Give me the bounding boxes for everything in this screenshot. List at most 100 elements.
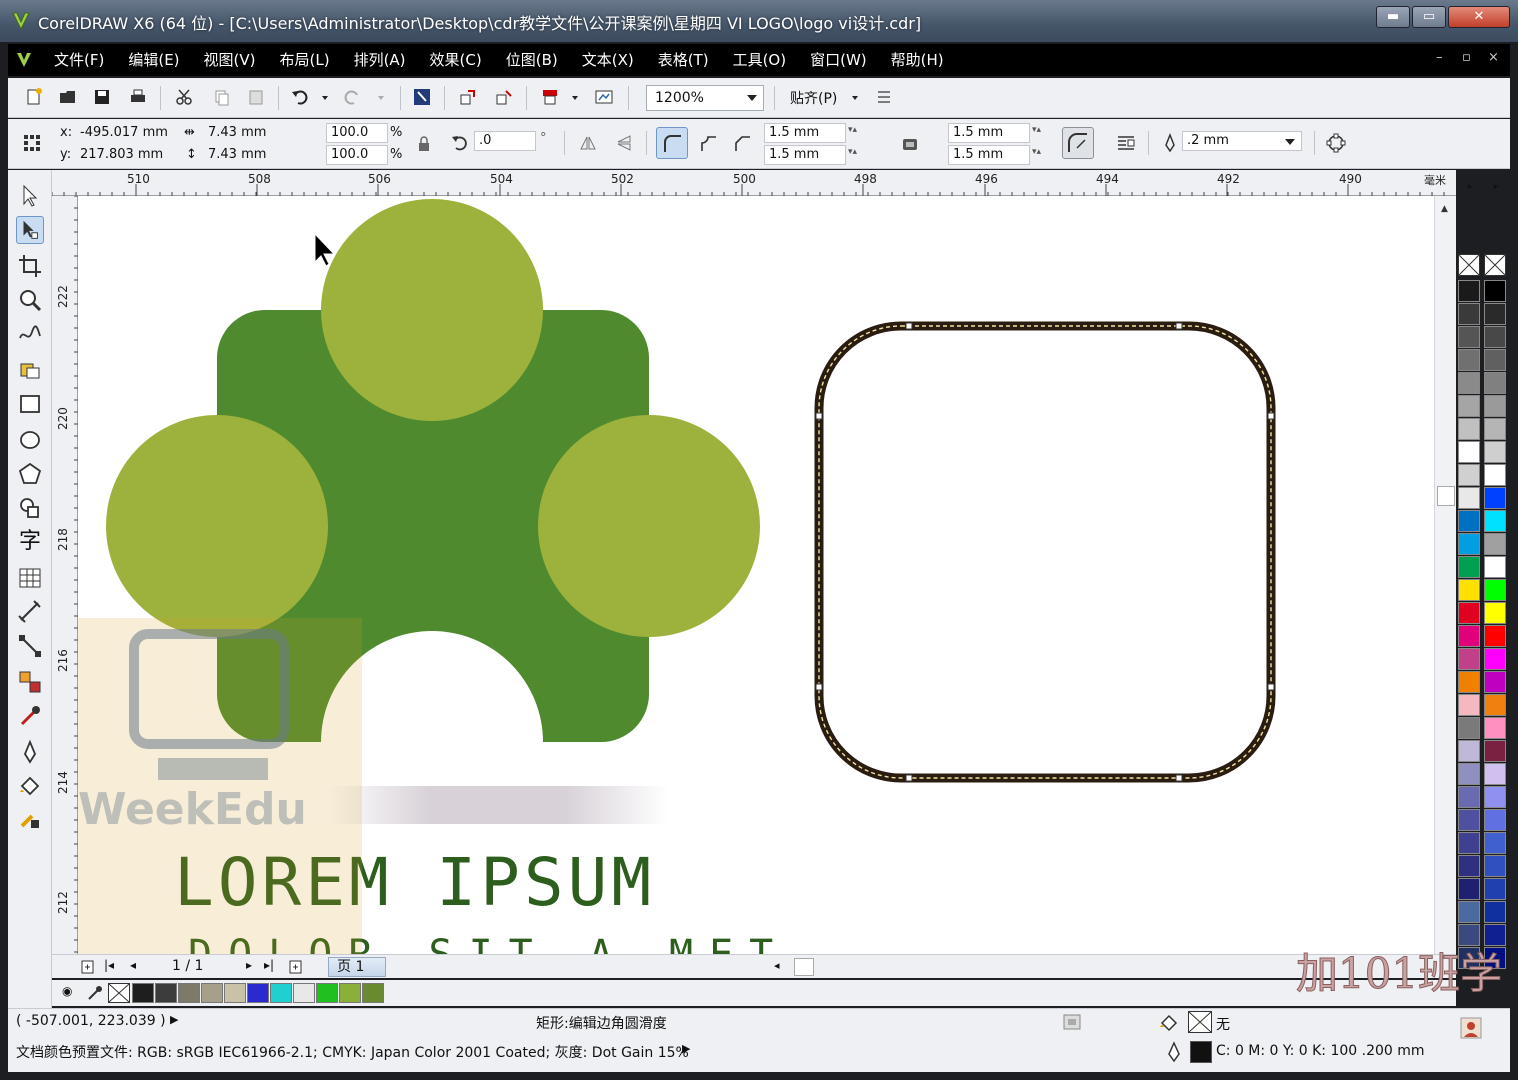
palette-swatch[interactable] <box>1458 625 1480 647</box>
palette-swatch[interactable] <box>1484 832 1506 854</box>
fill-tool-icon[interactable] <box>16 772 44 800</box>
height-field[interactable]: 7.43 mm <box>208 147 266 162</box>
palette-swatch[interactable] <box>1484 464 1506 486</box>
palette-swatch[interactable] <box>1458 602 1480 624</box>
print-icon[interactable] <box>128 87 148 107</box>
menu-item[interactable]: 文本(X) <box>582 44 648 76</box>
zoom-level-select[interactable]: 1200% <box>646 85 764 111</box>
palette-swatch[interactable] <box>1484 510 1506 532</box>
page-tab[interactable]: 页 1 <box>328 957 386 977</box>
object-origin-icon[interactable] <box>22 133 42 153</box>
lock-ratio-icon[interactable] <box>416 134 432 154</box>
palette-swatch[interactable] <box>1484 901 1506 923</box>
search-content-icon[interactable] <box>412 87 432 107</box>
text-wrap-icon[interactable] <box>1116 133 1136 153</box>
view-options-icon[interactable] <box>1062 1013 1082 1031</box>
spinner-icon[interactable]: ▾▴ <box>1032 125 1041 135</box>
doc-minimize-button[interactable]: – <box>1436 50 1443 65</box>
document-color-swatch[interactable] <box>178 983 200 1003</box>
palette-swatch[interactable] <box>1458 556 1480 578</box>
document-color-swatch[interactable] <box>247 983 269 1003</box>
polygon-tool-icon[interactable] <box>16 460 44 488</box>
palette-swatch[interactable] <box>1484 372 1506 394</box>
menu-item[interactable]: 布局(L) <box>280 44 344 76</box>
palette-swatch[interactable] <box>1484 579 1506 601</box>
palette-swatch[interactable] <box>1484 556 1506 578</box>
user-avatar-icon[interactable] <box>1460 1017 1482 1039</box>
menu-item[interactable]: 文件(F) <box>54 44 118 76</box>
horizontal-scroll-thumb[interactable] <box>794 958 814 976</box>
spinner-icon[interactable]: ▾▴ <box>848 147 857 157</box>
no-color-swatch[interactable] <box>108 983 130 1003</box>
menu-item[interactable]: 表格(T) <box>658 44 723 76</box>
palette-swatch[interactable] <box>1458 717 1480 739</box>
corner-radius-top-left-field[interactable]: 1.5 mm <box>764 123 846 143</box>
mirror-horizontal-icon[interactable] <box>578 133 598 153</box>
palette-swatch[interactable] <box>1458 832 1480 854</box>
scale-x-field[interactable]: 100.0 <box>326 123 388 143</box>
document-color-swatch[interactable] <box>362 983 384 1003</box>
zoom-tool-icon[interactable] <box>16 286 44 314</box>
document-color-swatch[interactable] <box>270 983 292 1003</box>
palette-swatch[interactable] <box>1458 487 1480 509</box>
palette-swatch[interactable] <box>1484 763 1506 785</box>
redo-dropdown-icon[interactable] <box>376 87 386 107</box>
palette-swatch[interactable] <box>1484 740 1506 762</box>
palette-swatch[interactable] <box>1484 694 1506 716</box>
palette-swatch[interactable] <box>1484 303 1506 325</box>
freehand-tool-icon[interactable] <box>16 320 44 348</box>
document-color-swatch[interactable] <box>316 983 338 1003</box>
text-tool-icon[interactable]: 字 <box>16 528 44 556</box>
last-page-icon[interactable]: ▸| <box>264 958 274 972</box>
ellipse-tool-icon[interactable] <box>16 426 44 454</box>
maximize-button[interactable]: ▭ <box>1412 6 1446 28</box>
dimension-tool-icon[interactable] <box>16 598 44 626</box>
palette-swatch[interactable] <box>1458 303 1480 325</box>
menu-item[interactable]: 编辑(E) <box>128 44 193 76</box>
save-icon[interactable] <box>92 87 112 107</box>
snap-dropdown-icon[interactable] <box>850 87 860 107</box>
menu-item[interactable]: 窗口(W) <box>810 44 881 76</box>
palette-swatch[interactable] <box>1484 671 1506 693</box>
document-color-swatch[interactable] <box>201 983 223 1003</box>
y-position-field[interactable]: 217.803 mm <box>80 147 163 162</box>
menu-item[interactable]: 效果(C) <box>430 44 496 76</box>
copy-icon[interactable] <box>212 87 232 107</box>
menu-item[interactable]: 工具(O) <box>733 44 801 76</box>
scroll-up-icon[interactable]: ▲ <box>1441 204 1448 214</box>
palette-swatch[interactable] <box>1458 786 1480 808</box>
palette-menu-icon[interactable]: ◉ <box>62 984 72 998</box>
scale-corners-button[interactable] <box>1062 127 1094 159</box>
fill-color-none-swatch[interactable] <box>1188 1011 1212 1033</box>
palette-swatch[interactable] <box>1458 855 1480 877</box>
add-page-after-icon[interactable] <box>288 959 304 975</box>
palette-scroll-up-icon[interactable]: ▸ <box>1458 182 1482 194</box>
publish-pdf-icon[interactable] <box>540 87 560 107</box>
outline-width-select[interactable]: .2 mm <box>1182 131 1302 151</box>
chamfered-corner-icon[interactable] <box>732 133 752 153</box>
round-corner-button[interactable] <box>656 127 688 159</box>
first-page-icon[interactable]: |◂ <box>104 958 114 972</box>
corner-radius-bottom-left-field[interactable]: 1.5 mm <box>764 145 846 165</box>
no-fill-swatch[interactable] <box>1458 254 1480 276</box>
shape-tool-button[interactable] <box>16 216 44 244</box>
palette-swatch[interactable] <box>1458 648 1480 670</box>
document-color-swatch[interactable] <box>132 983 154 1003</box>
options-icon[interactable] <box>874 87 894 107</box>
palette-swatch[interactable] <box>1458 441 1480 463</box>
undo-dropdown-icon[interactable] <box>320 87 330 107</box>
palette-swatch[interactable] <box>1458 510 1480 532</box>
scroll-left-icon[interactable]: ◂ <box>774 959 780 972</box>
palette-swatch[interactable] <box>1484 878 1506 900</box>
corner-radius-bottom-right-field[interactable]: 1.5 mm <box>948 145 1030 165</box>
palette-scroll-up-icon[interactable]: ▸ <box>1484 182 1508 194</box>
open-folder-icon[interactable] <box>58 87 78 107</box>
document-color-swatch[interactable] <box>155 983 177 1003</box>
undo-icon[interactable] <box>290 87 310 107</box>
palette-swatch[interactable] <box>1458 280 1480 302</box>
vertical-scrollbar[interactable]: ▲ <box>1434 196 1456 954</box>
palette-swatch[interactable] <box>1484 602 1506 624</box>
publish-dropdown-icon[interactable] <box>570 87 580 107</box>
spinner-icon[interactable]: ▾▴ <box>848 125 857 135</box>
menu-item[interactable]: 视图(V) <box>204 44 270 76</box>
